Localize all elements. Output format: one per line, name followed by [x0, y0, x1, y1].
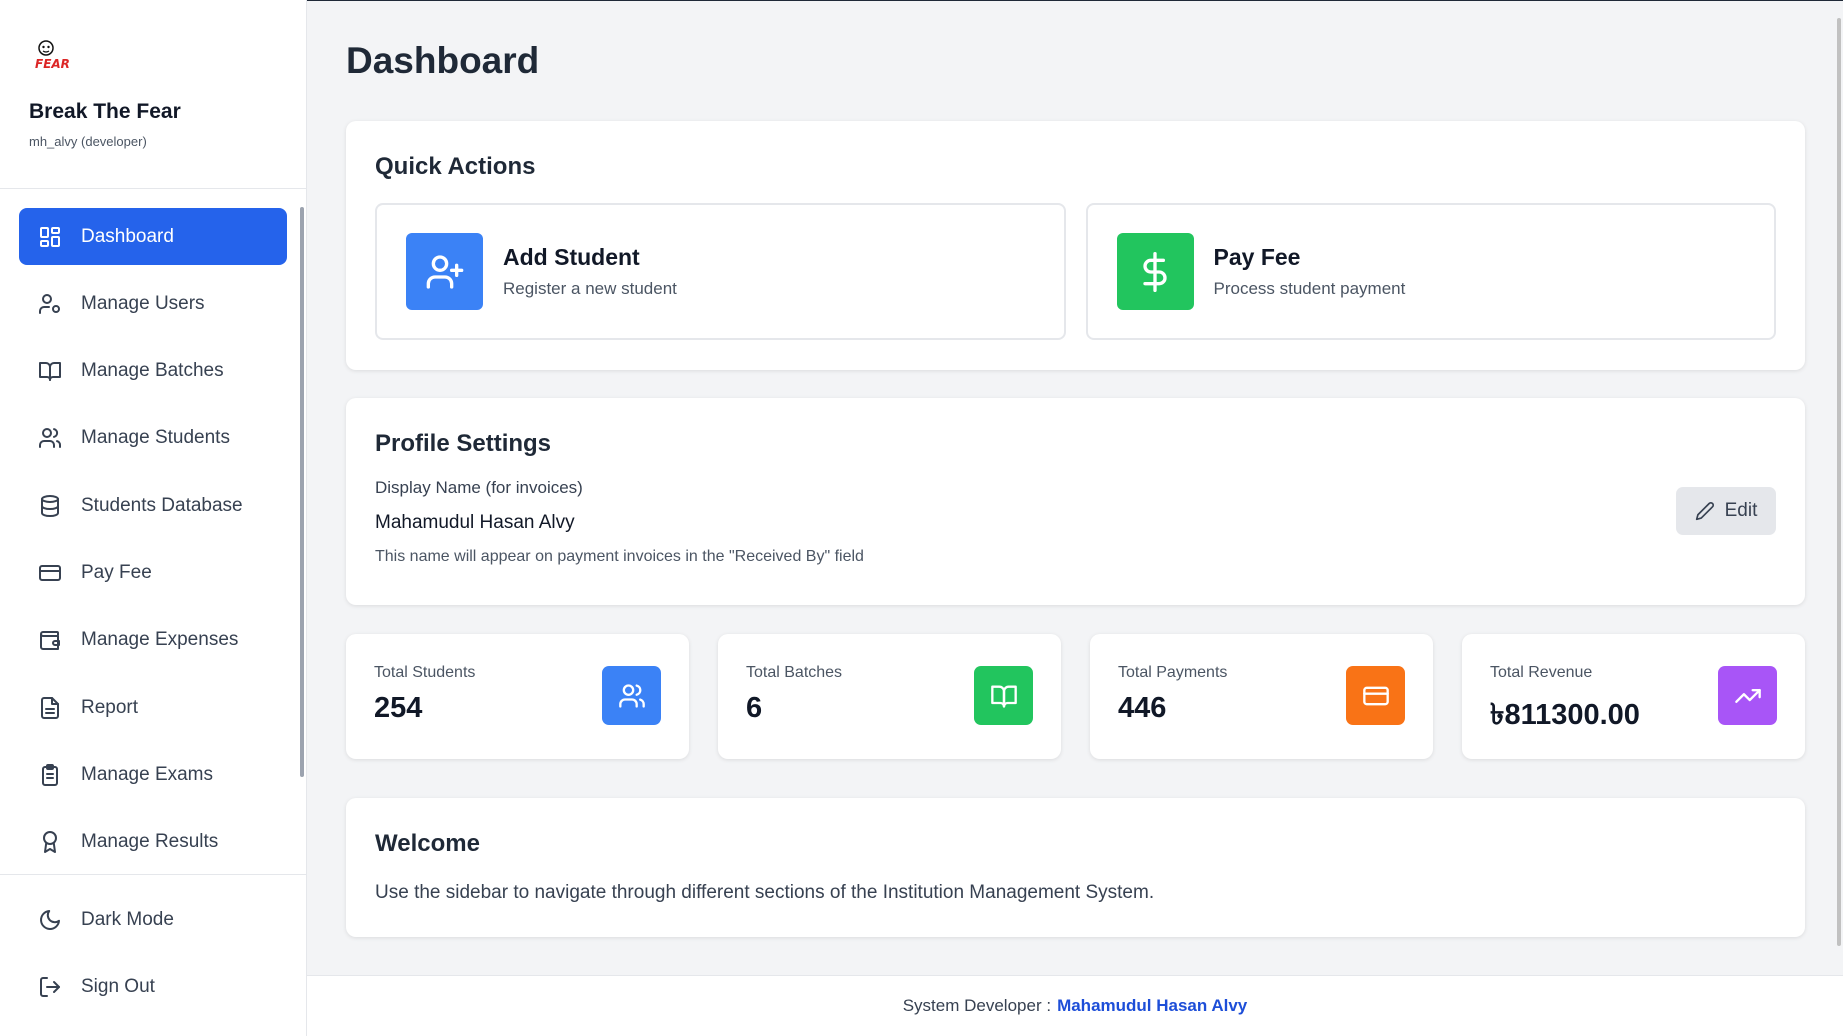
profile-settings-title: Profile Settings: [375, 430, 552, 457]
sidebar-item-label: Pay Fee: [81, 561, 152, 583]
brand-header: FEAR Break The Fear mh_alvy (developer): [0, 0, 306, 189]
dark-mode-label: Dark Mode: [81, 908, 174, 930]
sidebar-item-pay-fee[interactable]: Pay Fee: [19, 544, 287, 601]
sidebar-item-manage-results[interactable]: Manage Results: [19, 814, 287, 871]
welcome-card: Welcome Use the sidebar to navigate thro…: [346, 798, 1805, 937]
stat-icon-box: [1346, 666, 1405, 725]
edit-label: Edit: [1724, 500, 1758, 521]
trending-up-icon: [1734, 688, 1761, 703]
sidebar-item-label: Report: [81, 696, 139, 718]
developer-link[interactable]: Mahamudul Hasan Alvy: [1057, 996, 1247, 1016]
sidebar-item-label: Manage Batches: [81, 360, 224, 382]
footer: System Developer : Mahamudul Hasan Alvy: [307, 975, 1843, 1036]
sidebar-item-label: Manage Users: [81, 292, 205, 314]
sign-out-button[interactable]: Sign Out: [19, 958, 287, 1015]
award-icon: [43, 831, 57, 854]
brand-name: Break The Fear: [29, 100, 181, 123]
pay-fee-button[interactable]: Pay Fee Process student payment: [1085, 203, 1776, 340]
pay-fee-icon-box: [1116, 233, 1194, 310]
add-student-icon-box: [406, 233, 483, 310]
footer-prefix: System Developer :: [902, 996, 1052, 1015]
sidebar-item-label: Dashboard: [81, 225, 174, 247]
sidebar-item-label: Manage Students: [81, 427, 230, 449]
dashboard-icon: [40, 226, 60, 247]
main-scrollbar[interactable]: [1837, 18, 1841, 946]
profile-settings-card: Profile Settings Display Name (for invoi…: [346, 398, 1805, 605]
sidebar-scrollbar[interactable]: [300, 207, 304, 777]
logo-text: FEAR: [35, 57, 70, 71]
dark-mode-toggle[interactable]: Dark Mode: [19, 891, 287, 948]
brand-user: mh_alvy (developer): [29, 134, 147, 149]
quick-actions-card: Quick Actions Add Student Register a new…: [346, 121, 1805, 370]
credit-card-icon: [39, 564, 61, 581]
stat-icon-box: [602, 666, 661, 725]
stat-card-total-batches: Total Batches 6: [718, 634, 1061, 759]
sidebar-item-manage-batches[interactable]: Manage Batches: [19, 343, 287, 400]
clipboard-icon: [42, 763, 58, 786]
users-icon: [618, 683, 645, 708]
book-open-icon: [39, 362, 61, 382]
sidebar-nav: Dashboard Manage Users Manage Batches Ma…: [19, 208, 287, 881]
sidebar-item-manage-students[interactable]: Manage Students: [19, 410, 287, 467]
stat-icon-box: [974, 666, 1033, 725]
sidebar-item-label: Manage Results: [81, 831, 219, 853]
pay-fee-sub: Process student payment: [1213, 279, 1406, 298]
welcome-text: Use the sidebar to navigate through diff…: [375, 882, 1155, 903]
stat-card-total-revenue: Total Revenue ৳811300.00: [1462, 634, 1805, 759]
sidebar-item-dashboard[interactable]: Dashboard: [19, 208, 287, 265]
user-cog-icon: [39, 293, 60, 314]
sidebar-item-label: Manage Expenses: [81, 629, 239, 651]
display-name-value: Mahamudul Hasan Alvy: [375, 512, 575, 533]
book-open-icon: [990, 685, 1017, 708]
stat-card-total-students: Total Students 254: [346, 634, 689, 759]
sign-out-icon: [40, 976, 60, 997]
welcome-title: Welcome: [375, 830, 480, 857]
moon-icon: [40, 909, 60, 930]
brand-logo: FEAR: [35, 40, 70, 71]
users-icon: [39, 428, 62, 449]
sidebar-item-manage-users[interactable]: Manage Users: [19, 275, 287, 332]
display-name-help: This name will appear on payment invoice…: [375, 548, 864, 565]
sidebar: FEAR Break The Fear mh_alvy (developer) …: [0, 0, 307, 1036]
dollar-icon: [1143, 251, 1167, 292]
sidebar-bottom: Dark Mode Sign Out: [0, 874, 306, 1025]
sidebar-item-students-database[interactable]: Students Database: [19, 477, 287, 534]
add-student-label: Add Student: [503, 244, 640, 270]
stat-icon-box: [1718, 666, 1777, 725]
add-student-button[interactable]: Add Student Register a new student: [375, 203, 1066, 340]
add-student-sub: Register a new student: [503, 279, 677, 298]
sign-out-label: Sign Out: [81, 975, 155, 997]
page-title: Dashboard: [346, 40, 540, 81]
display-name-label: Display Name (for invoices): [375, 478, 583, 497]
sidebar-item-label: Students Database: [81, 494, 243, 516]
wallet-icon: [40, 631, 60, 651]
pay-fee-label: Pay Fee: [1213, 244, 1301, 270]
sidebar-item-label: Manage Exams: [81, 763, 214, 785]
database-icon: [41, 494, 59, 517]
edit-button[interactable]: Edit: [1676, 487, 1776, 535]
user-plus-icon: [426, 254, 463, 289]
quick-actions-title: Quick Actions: [375, 153, 536, 180]
main-content: Dashboard Quick Actions Add Student Regi…: [307, 0, 1843, 1036]
stat-card-total-payments: Total Payments 446: [1090, 634, 1433, 759]
sidebar-item-manage-exams[interactable]: Manage Exams: [19, 746, 287, 803]
pencil-icon: [1695, 502, 1714, 521]
sidebar-item-report[interactable]: Report: [19, 679, 287, 736]
file-text-icon: [41, 696, 59, 719]
sidebar-item-manage-expenses[interactable]: Manage Expenses: [19, 612, 287, 669]
credit-card-icon: [1362, 686, 1389, 705]
